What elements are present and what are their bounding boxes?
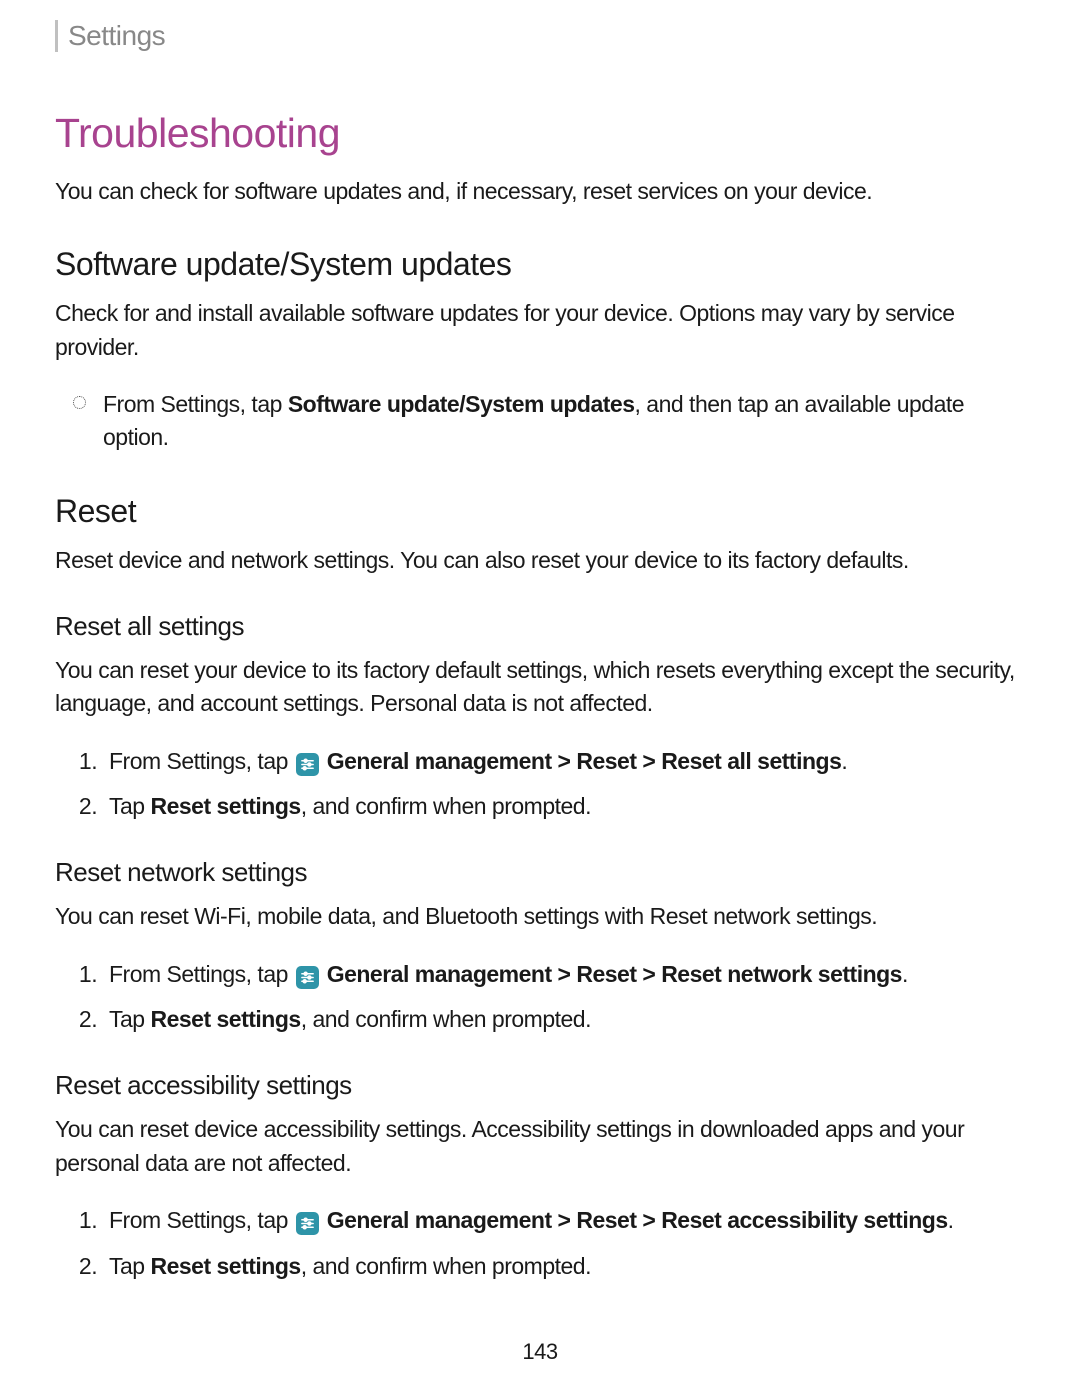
text-bold: Reset settings (150, 1253, 300, 1279)
subsection-heading-reset-network: Reset network settings (55, 857, 1025, 888)
list-item: From Settings, tap General management > … (103, 958, 1025, 991)
subsection-desc-reset-accessibility: You can reset device accessibility setti… (55, 1113, 1025, 1180)
text: , and confirm when prompted. (301, 793, 591, 819)
text: . (841, 748, 847, 774)
steps-reset-accessibility: From Settings, tap General management > … (55, 1204, 1025, 1283)
subsection-heading-reset-all: Reset all settings (55, 611, 1025, 642)
text: , and confirm when prompted. (301, 1253, 591, 1279)
text: . (948, 1207, 954, 1233)
list-item: Tap Reset settings, and confirm when pro… (103, 1250, 1025, 1283)
text: Tap (109, 1253, 150, 1279)
subsection-desc-reset-network: You can reset Wi-Fi, mobile data, and Bl… (55, 900, 1025, 933)
section-desc-reset: Reset device and network settings. You c… (55, 544, 1025, 577)
section-heading-reset: Reset (55, 493, 1025, 530)
subsection-desc-reset-all: You can reset your device to its factory… (55, 654, 1025, 721)
page-number: 143 (0, 1339, 1080, 1365)
text-bold: General management > Reset > Reset acces… (321, 1207, 948, 1233)
list-item: Tap Reset settings, and confirm when pro… (103, 790, 1025, 823)
steps-reset-network: From Settings, tap General management > … (55, 958, 1025, 1037)
text: . (902, 961, 908, 987)
text-bold: General management > Reset > Reset netwo… (321, 961, 902, 987)
text: From Settings, tap (109, 1207, 294, 1233)
general-management-icon (296, 966, 319, 989)
breadcrumb-label: Settings (68, 20, 165, 51)
general-management-icon (296, 1212, 319, 1235)
text: From Settings, tap (109, 961, 294, 987)
text-bold: Software update/System updates (288, 391, 635, 417)
bullet-list-software: From Settings, tap Software update/Syste… (55, 388, 1025, 455)
list-item: From Settings, tap General management > … (103, 1204, 1025, 1237)
text: Tap (109, 1006, 150, 1032)
subsection-heading-reset-accessibility: Reset accessibility settings (55, 1070, 1025, 1101)
text: From Settings, tap (103, 391, 288, 417)
steps-reset-all: From Settings, tap General management > … (55, 745, 1025, 824)
section-heading-software: Software update/System updates (55, 246, 1025, 283)
text-bold: General management > Reset > Reset all s… (321, 748, 842, 774)
list-item: From Settings, tap Software update/Syste… (103, 388, 1025, 455)
list-item: From Settings, tap General management > … (103, 745, 1025, 778)
breadcrumb: Settings (55, 20, 1025, 52)
text-bold: Reset settings (150, 1006, 300, 1032)
text: , and confirm when prompted. (301, 1006, 591, 1032)
section-desc-software: Check for and install available software… (55, 297, 1025, 364)
page-title: Troubleshooting (55, 110, 1025, 157)
intro-text: You can check for software updates and, … (55, 175, 1025, 208)
text: From Settings, tap (109, 748, 294, 774)
list-item: Tap Reset settings, and confirm when pro… (103, 1003, 1025, 1036)
text-bold: Reset settings (150, 793, 300, 819)
general-management-icon (296, 753, 319, 776)
text: Tap (109, 793, 150, 819)
